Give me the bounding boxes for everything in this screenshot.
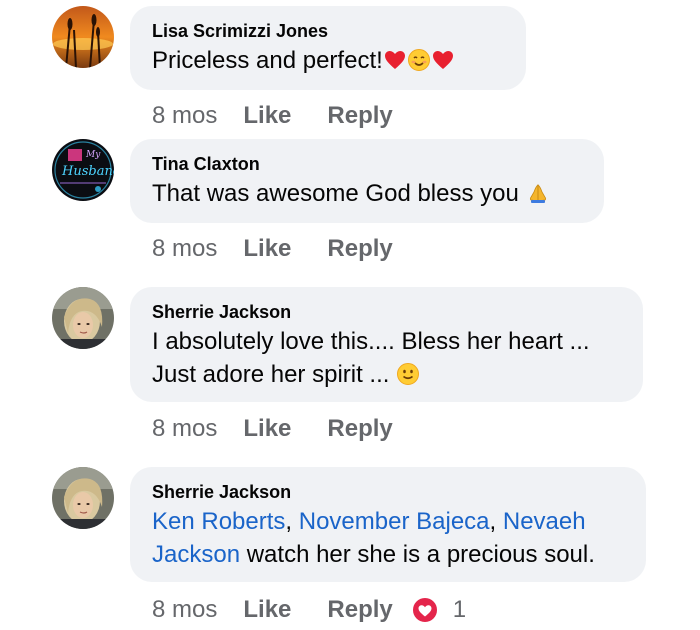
avatar[interactable]: [52, 467, 114, 529]
like-button[interactable]: Like: [243, 102, 291, 130]
reply-button[interactable]: Reply: [327, 596, 392, 624]
comment-text-content: That was awesome God bless you: [152, 180, 526, 207]
comment-text-line: Just adore her spirit ...: [152, 358, 621, 391]
comment-timestamp[interactable]: 8 mos: [152, 415, 217, 443]
comment-bubble: Tina Claxton That was awesome God bless …: [130, 139, 604, 223]
reply-button[interactable]: Reply: [327, 415, 392, 443]
comment-actions: 8 mos Like Reply 1: [152, 595, 466, 625]
comment-timestamp[interactable]: 8 mos: [152, 102, 217, 130]
smiling-face-emoji-icon: [407, 48, 431, 72]
reaction-summary[interactable]: 1: [410, 596, 467, 624]
folded-hands-emoji-icon: [526, 181, 550, 205]
avatar-image: [52, 467, 114, 529]
comment-text-content: Just adore her spirit ...: [152, 361, 397, 388]
avatar-image: [52, 287, 114, 349]
comment-bubble: Lisa Scrimizzi Jones Priceless and perfe…: [130, 6, 526, 90]
reply-button[interactable]: Reply: [327, 235, 392, 263]
comment-text-separator: ,: [489, 508, 503, 535]
avatar-image: [52, 6, 114, 68]
love-reaction-icon: [410, 596, 439, 624]
comment-bubble: Sherrie Jackson I absolutely love this..…: [130, 287, 643, 402]
avatar-image: Husband My: [52, 139, 114, 201]
svg-text:My: My: [85, 150, 101, 160]
avatar[interactable]: [52, 6, 114, 68]
slightly-smiling-face-emoji-icon: [396, 362, 420, 386]
comment-text-content: watch her she is a precious soul.: [240, 541, 595, 568]
reaction-count: 1: [452, 596, 467, 623]
comment-text: That was awesome God bless you: [152, 177, 582, 210]
comment-author[interactable]: Tina Claxton: [152, 153, 582, 175]
comment-text: Ken Roberts, November Bajeca, Nevaeh Jac…: [152, 505, 624, 571]
comment-text: I absolutely love this.... Bless her hea…: [152, 325, 621, 391]
reply-button[interactable]: Reply: [327, 102, 392, 130]
red-heart-emoji-icon: [383, 48, 407, 72]
comment-timestamp[interactable]: 8 mos: [152, 235, 217, 263]
comment-actions: 8 mos Like Reply: [152, 101, 393, 131]
svg-text:Husband: Husband: [61, 164, 114, 179]
comment-timestamp[interactable]: 8 mos: [152, 596, 217, 624]
comment-text-line: I absolutely love this.... Bless her hea…: [152, 328, 590, 355]
comment-text: Priceless and perfect!: [152, 44, 504, 77]
mention-link[interactable]: Ken Roberts: [152, 508, 285, 535]
red-heart-emoji-icon: [431, 48, 455, 72]
comment-text-content: Priceless and perfect!: [152, 47, 383, 74]
like-button[interactable]: Like: [243, 235, 291, 263]
mention-link[interactable]: Jackson: [152, 541, 240, 568]
comments-list: Lisa Scrimizzi Jones Priceless and perfe…: [0, 0, 700, 630]
comment-actions: 8 mos Like Reply: [152, 234, 393, 264]
like-button[interactable]: Like: [243, 415, 291, 443]
avatar[interactable]: [52, 287, 114, 349]
comment-text-line: Ken Roberts, November Bajeca, Nevaeh: [152, 505, 624, 538]
mention-link[interactable]: November Bajeca: [299, 508, 490, 535]
comment-author[interactable]: Sherrie Jackson: [152, 301, 621, 323]
comment-text-separator: ,: [285, 508, 299, 535]
comment-bubble: Sherrie Jackson Ken Roberts, November Ba…: [130, 467, 646, 582]
mention-link[interactable]: Nevaeh: [503, 508, 586, 535]
comment-actions: 8 mos Like Reply: [152, 414, 393, 444]
like-button[interactable]: Like: [243, 596, 291, 624]
avatar[interactable]: Husband My: [52, 139, 114, 201]
comment-text-line: Jackson watch her she is a precious soul…: [152, 538, 624, 571]
comment-author[interactable]: Sherrie Jackson: [152, 481, 624, 503]
comment-author[interactable]: Lisa Scrimizzi Jones: [152, 20, 504, 42]
